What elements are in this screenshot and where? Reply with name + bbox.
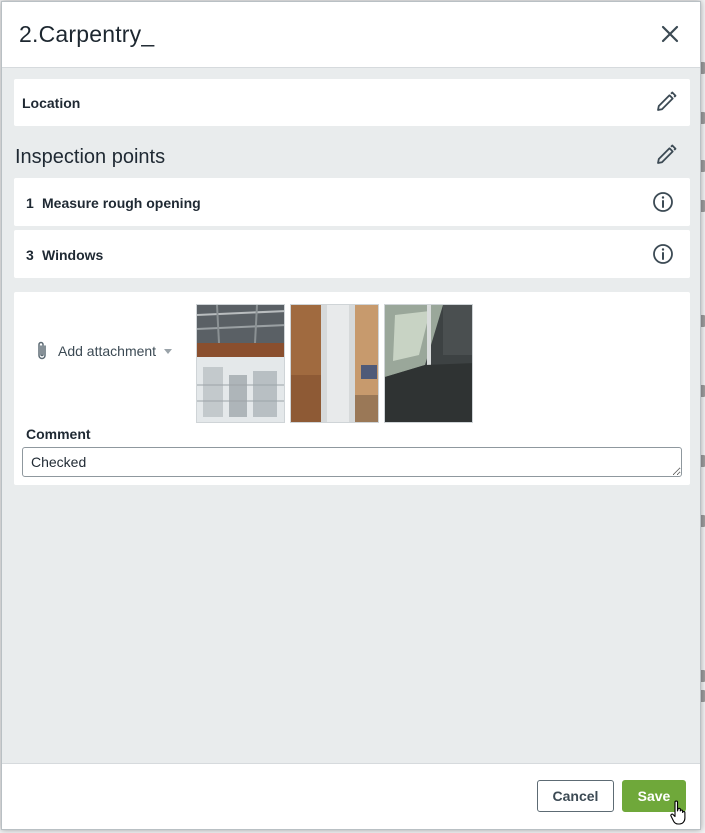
add-attachment-label: Add attachment [58,343,157,359]
comment-label: Comment [26,426,91,442]
inspection-item-label: Windows [42,247,104,263]
cancel-button[interactable]: Cancel [537,780,614,812]
location-card[interactable]: Location [14,79,690,126]
paperclip-icon [38,341,46,360]
attachment-thumbnail-floor-glass-photo[interactable] [384,304,473,423]
attachment-thumbnail-window-frame-photo[interactable] [290,304,379,423]
hand-cursor-icon [670,800,686,825]
comment-field[interactable]: Checked [22,447,682,477]
edit-icon[interactable] [655,144,677,166]
inspection-item-number: 3 [26,247,34,263]
attachment-comment-card: Add attachment Comment Checked [14,292,690,485]
inspection-item-label: Measure rough opening [42,195,201,211]
chevron-down-icon [164,348,173,354]
dialog-title: 2.Carpentry_ [19,21,155,47]
dialog-header: 2.Carpentry_ [2,2,700,68]
attachment-thumbnail-construction-ceiling-photo[interactable] [196,304,285,423]
close-icon[interactable] [659,23,681,45]
location-label: Location [22,95,81,111]
edit-icon[interactable] [655,91,677,113]
inspection-dialog: 2.Carpentry_ Location Inspection points … [1,1,701,830]
inspection-item[interactable]: 1 Measure rough opening [14,178,690,226]
add-attachment-button[interactable]: Add attachment [34,338,173,364]
inspection-item-number: 1 [26,195,34,211]
inspection-item[interactable]: 3 Windows [14,230,690,278]
dialog-footer: Cancel Save [2,763,700,829]
info-icon[interactable] [652,191,674,213]
inspection-points-title: Inspection points [15,146,166,168]
info-icon[interactable] [652,243,674,265]
